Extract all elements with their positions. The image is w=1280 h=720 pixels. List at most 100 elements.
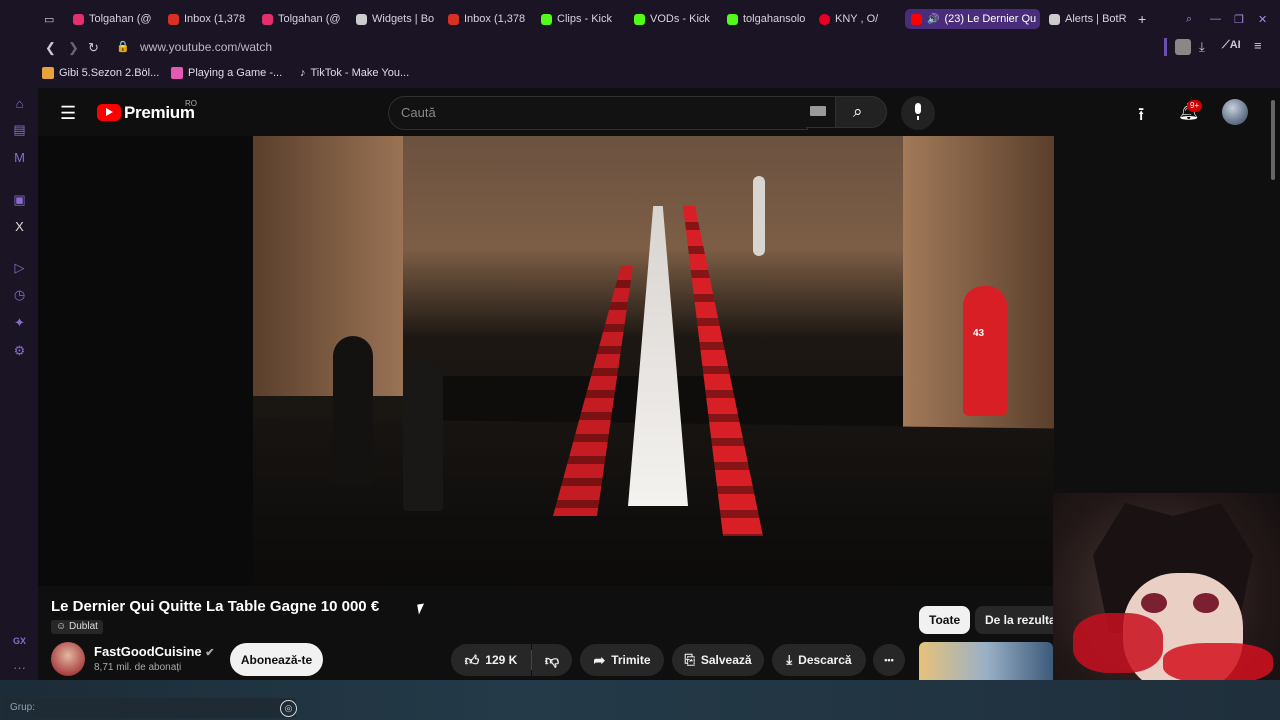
verified-icon: ✔ bbox=[205, 647, 215, 659]
search-input[interactable]: Caută bbox=[401, 105, 436, 120]
bookmark-item[interactable]: Playing a Game -... bbox=[171, 67, 282, 79]
player-icon[interactable]: ▤ bbox=[12, 122, 27, 137]
keyboard-icon[interactable] bbox=[810, 106, 826, 116]
standing-contestant: 43 bbox=[963, 286, 1007, 416]
video-player[interactable]: 43 bbox=[38, 136, 1054, 586]
history-icon[interactable]: ◷ bbox=[12, 287, 27, 302]
hamburger-menu-icon[interactable]: ☰ bbox=[60, 103, 76, 124]
voice-search-button[interactable] bbox=[901, 96, 935, 130]
subscriber-count: 8,71 mil. de abonați bbox=[94, 662, 182, 673]
reload-icon[interactable]: ↻ bbox=[88, 40, 99, 56]
group-field[interactable]: Grup: bbox=[4, 698, 296, 718]
extensions-icon[interactable]: ✦ bbox=[12, 315, 27, 330]
channel-avatar[interactable] bbox=[51, 642, 85, 676]
tab-item[interactable]: Tolgahan (@ bbox=[73, 9, 158, 29]
camera-operator bbox=[403, 361, 443, 511]
gx-label[interactable]: GX bbox=[12, 634, 27, 649]
tiktok-icon: ♪ bbox=[300, 67, 306, 79]
messenger-icon[interactable]: M bbox=[12, 150, 27, 165]
maximize-icon[interactable]: ❐ bbox=[1234, 9, 1248, 29]
subscribe-button[interactable]: Abonează-te bbox=[230, 643, 323, 676]
tab-manager-icon[interactable]: ▭ bbox=[44, 9, 60, 29]
bookmark-favicon bbox=[171, 67, 183, 79]
search-button[interactable]: ⌕ bbox=[835, 96, 887, 128]
menu-icon[interactable]: ≡ bbox=[1254, 38, 1262, 53]
bookmark-icon: ⎘ bbox=[684, 652, 695, 667]
share-button[interactable]: ➦ Trimite bbox=[580, 644, 664, 676]
channel-name[interactable]: FastGoodCuisine ✔ bbox=[94, 644, 214, 659]
bookmark-item[interactable]: ♪ TikTok - Make You... bbox=[300, 67, 409, 79]
tab-item-active[interactable]: 🔊 (23) Le Dernier Qu bbox=[905, 9, 1040, 29]
recommended-thumbnail[interactable] bbox=[919, 642, 1053, 680]
forward-icon[interactable]: ❯ bbox=[68, 40, 79, 56]
search-tabs-icon[interactable]: ⌕ bbox=[1186, 9, 1200, 29]
jersey-number: 43 bbox=[973, 328, 985, 339]
kick-icon bbox=[541, 13, 552, 25]
youtube-logo-icon[interactable] bbox=[97, 104, 121, 121]
red-flame-effect bbox=[1073, 613, 1163, 673]
person-icon: ☺ bbox=[56, 621, 69, 632]
account-avatar[interactable] bbox=[1222, 99, 1248, 125]
more-actions-button[interactable]: ••• bbox=[873, 644, 905, 676]
botrix-icon bbox=[1049, 13, 1060, 25]
tab-item[interactable]: Inbox (1,378 bbox=[168, 9, 250, 29]
browser-sidebar: ◯ ↻ ⌂ ▤ M ▣ X ▷ ◷ ✦ ⚙ GX ··· bbox=[0, 0, 38, 720]
minimize-icon[interactable]: — bbox=[1210, 9, 1224, 29]
group-settings-icon[interactable]: ◎ bbox=[280, 700, 297, 717]
dislike-button[interactable]: 👎︎ bbox=[532, 644, 572, 676]
search-box[interactable]: Caută bbox=[388, 96, 808, 130]
video-title: Le Dernier Qui Quitte La Table Gagne 10 … bbox=[51, 598, 380, 615]
download-button[interactable]: ⤓ Descarcă bbox=[772, 644, 866, 676]
ai-button[interactable]: ⟋AI bbox=[1222, 39, 1241, 52]
profile-avatar[interactable] bbox=[1175, 39, 1191, 55]
tab-item[interactable]: Inbox (1,378 bbox=[448, 9, 528, 29]
mouse-cursor-icon bbox=[417, 603, 426, 615]
keyboard-slot bbox=[806, 96, 835, 128]
share-icon: ➦ bbox=[593, 651, 606, 668]
microphone-icon bbox=[912, 103, 923, 120]
back-icon[interactable]: ❮ bbox=[45, 40, 56, 56]
host bbox=[753, 176, 765, 256]
sidebar-more-icon[interactable]: ··· bbox=[12, 660, 27, 675]
new-tab-button[interactable]: + bbox=[1138, 9, 1152, 29]
speaker-icon: 🔊 bbox=[927, 13, 940, 25]
close-window-icon[interactable]: ✕ bbox=[1258, 9, 1272, 29]
tab-item[interactable]: Widgets | Bo bbox=[356, 9, 434, 29]
download-icon: ⤓ bbox=[786, 652, 793, 667]
dub-badge: ☺ Dublat bbox=[51, 620, 103, 634]
red-flame-effect bbox=[1163, 643, 1273, 683]
thumbs-down-icon: 👎︎ bbox=[544, 651, 560, 668]
crew-member bbox=[333, 336, 373, 486]
kick-icon bbox=[727, 13, 738, 25]
hub-icon[interactable]: ⌂ bbox=[12, 96, 27, 111]
divider bbox=[1164, 38, 1167, 56]
region-label: RO bbox=[185, 99, 197, 108]
tab-item[interactable]: KNY , O/ bbox=[819, 9, 895, 29]
like-button[interactable]: 👍︎ 129 K bbox=[451, 644, 531, 676]
settings-icon[interactable]: ⚙ bbox=[12, 343, 27, 358]
x-icon[interactable]: X bbox=[12, 219, 27, 234]
kick-icon bbox=[634, 13, 645, 25]
long-table bbox=[628, 206, 688, 506]
character-eye-right bbox=[1193, 593, 1219, 613]
bookmark-item[interactable]: Gibi 5.Sezon 2.Böl... bbox=[42, 67, 159, 79]
tab-item[interactable]: VODs - Kick bbox=[634, 9, 714, 29]
filter-chip-all[interactable]: Toate bbox=[919, 606, 971, 634]
upload-icon[interactable]: ⭱ bbox=[1138, 102, 1144, 132]
pinterest-icon bbox=[819, 13, 830, 25]
tab-item[interactable]: tolgahansolo bbox=[727, 9, 807, 29]
save-button[interactable]: ⎘ Salvează bbox=[672, 644, 764, 676]
instagram-icon bbox=[262, 13, 273, 25]
character-eye-left bbox=[1141, 593, 1167, 613]
tab-item[interactable]: Alerts | BotR bbox=[1049, 9, 1129, 29]
url-field[interactable]: www.youtube.com/watch bbox=[140, 40, 272, 54]
notification-count-badge: 9+ bbox=[1187, 100, 1203, 112]
twitch-icon[interactable]: ▣ bbox=[12, 192, 27, 207]
player-play-icon[interactable]: ▷ bbox=[12, 260, 27, 275]
tab-item[interactable]: Tolgahan (@ bbox=[262, 9, 344, 29]
thumbs-up-icon: 👍︎ bbox=[464, 651, 480, 668]
download-icon[interactable]: ⤓ bbox=[1199, 39, 1205, 55]
tab-item[interactable]: Clips - Kick bbox=[541, 9, 621, 29]
page-scrollbar[interactable] bbox=[1271, 100, 1275, 180]
gmail-icon bbox=[448, 13, 459, 25]
